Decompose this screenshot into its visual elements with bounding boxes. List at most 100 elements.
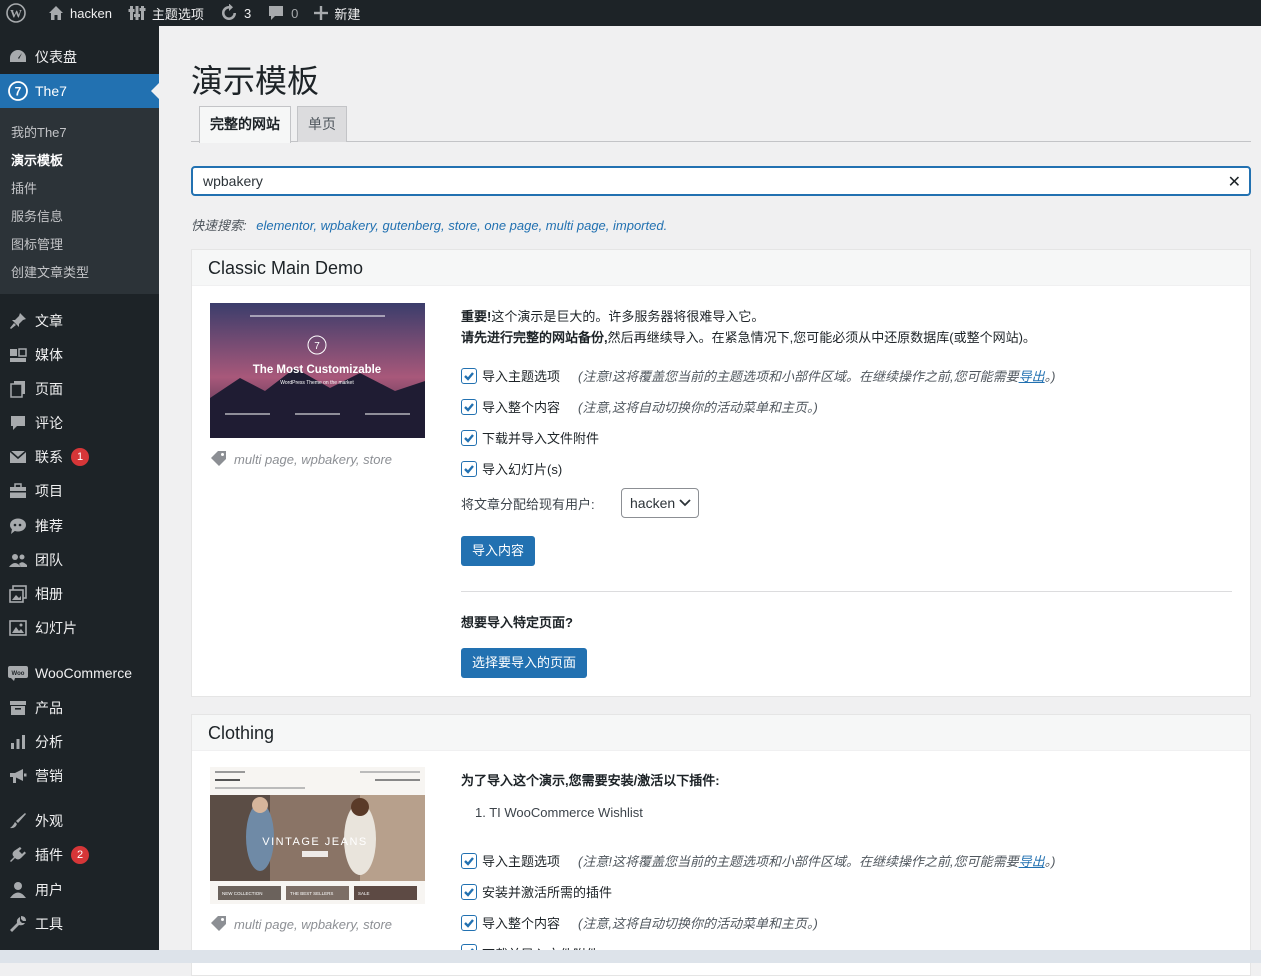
menu-slideshows[interactable]: 幻灯片 [0,611,159,645]
close-icon[interactable]: ✕ [1228,172,1241,192]
submenu-plugins[interactable]: 插件 [11,178,37,197]
option-import-content[interactable]: 导入整个内容 (注意,这将自动切换你的活动菜单和主页。) [461,913,818,932]
import-content-button[interactable]: 导入内容 [461,536,536,566]
demo-thumbnail[interactable]: VINTAGE JEANS NEW COLLECTION THE BEST SE… [210,767,425,904]
menu-contact[interactable]: 联系 1 [0,440,159,474]
menu-label: 分析 [35,734,63,750]
warning-bold: 重要! [461,309,492,324]
assign-user-select[interactable]: hacken [621,488,699,518]
assign-user-label: 将文章分配给现有用户: [461,497,595,512]
menu-label: 评论 [35,415,63,431]
menu-albums[interactable]: 相册 [0,577,159,611]
menu-label: 插件 [35,847,63,863]
menu-products[interactable]: 产品 [0,691,159,725]
option-import-slideshows[interactable]: 导入幻灯片(s) [461,459,562,478]
search-value: wpbakery [203,173,263,189]
theme-options-link[interactable]: 主题选项 [120,0,212,26]
menu-label: 推荐 [35,518,63,534]
demo-search-input[interactable]: wpbakery ✕ [191,166,1251,196]
specific-pages-heading: 想要导入特定页面? [461,615,573,630]
menu-appearance[interactable]: 外观 [0,804,159,838]
checkbox-checked[interactable] [461,460,477,477]
site-name-link[interactable]: hacken [40,0,120,26]
menu-tools[interactable]: 工具 [0,907,159,941]
site-name: hacken [70,5,112,21]
menu-label: The7 [35,83,67,99]
comments-link[interactable]: 0 [259,0,306,26]
option-note: (注意,这将自动切换你的活动菜单和主页。) [578,400,818,415]
submenu-my-the7[interactable]: 我的The7 [11,122,67,141]
wordpress-logo-icon[interactable]: W [0,0,34,26]
option-label: 下载并导入文件附件 [482,431,600,446]
select-value: hacken [630,495,676,511]
menu-posts[interactable]: 文章 [0,304,159,338]
option-note: (注意!这将覆盖您当前的主题选项和小部件区域。在继续操作之前,您可能需要导出。) [578,854,1056,869]
menu-label: 相册 [35,586,63,602]
gallery-icon [8,584,28,604]
contact-count-badge: 1 [71,448,89,466]
option-import-theme-options[interactable]: 导入主题选项 (注意!这将覆盖您当前的主题选项和小部件区域。在继续操作之前,您可… [461,366,1055,385]
submenu-icons[interactable]: 图标管理 [11,234,63,253]
option-install-plugins[interactable]: 安装并激活所需的插件 [461,882,612,901]
option-label: 导入主题选项 [482,369,561,384]
tag-icon [211,451,226,466]
option-import-content[interactable]: 导入整个内容 (注意,这将自动切换你的活动菜单和主页。) [461,397,818,416]
checkbox-checked[interactable] [461,852,477,869]
export-link[interactable]: 导出 [1019,369,1045,384]
menu-label: 产品 [35,700,63,716]
menu-woocommerce[interactable]: Woo WooCommerce [0,656,159,690]
submenu-post-types[interactable]: 创建文章类型 [11,262,89,281]
menu-plugins[interactable]: 插件 2 [0,838,159,872]
menu-the7[interactable]: 7 The7 [0,74,159,108]
quick-search-links[interactable]: elementor, wpbakery, gutenberg, store, o… [256,218,667,233]
current-arrow [151,83,159,99]
menu-label: 项目 [35,483,63,499]
tab-full-site[interactable]: 完整的网站 [199,106,291,143]
menu-users[interactable]: 用户 [0,873,159,907]
svg-text:Woo: Woo [12,671,25,677]
chevron-down-icon [679,499,691,507]
menu-label: 工具 [35,916,63,932]
export-link[interactable]: 导出 [1019,854,1045,869]
submenu-demos[interactable]: 演示模板 [11,150,63,169]
menu-analytics[interactable]: 分析 [0,725,159,759]
menu-pages[interactable]: 页面 [0,372,159,406]
submenu-service-info[interactable]: 服务信息 [11,206,63,225]
pages-icon [8,379,28,399]
checkbox-checked[interactable] [461,883,477,900]
demo-tags: multi page, wpbakery, store [210,916,392,932]
thumb-caption: SALE [358,891,370,896]
thumb-caption: NEW COLLECTION [222,891,263,896]
demo-tags: multi page, wpbakery, store [210,451,392,467]
select-pages-button[interactable]: 选择要导入的页面 [461,648,588,678]
checkbox-checked[interactable] [461,398,477,415]
menu-comments[interactable]: 评论 [0,406,159,440]
plus-icon [314,6,329,20]
bottom-edge [0,950,1261,963]
demo-thumbnail[interactable]: 7 The Most Customizable WordPress Theme … [210,303,425,438]
menu-media[interactable]: 媒体 [0,338,159,372]
updates-link[interactable]: 3 [212,0,259,26]
menu-testimonials[interactable]: 推荐 [0,509,159,543]
menu-team[interactable]: 团队 [0,543,159,577]
testimonial-icon [8,516,28,536]
checkbox-checked[interactable] [461,914,477,931]
the7-icon: 7 [8,81,28,101]
demo-card-classic: Classic Main Demo 7 The Most Customizabl… [191,249,1251,697]
menu-projects[interactable]: 项目 [0,474,159,508]
required-plugin-item: 1. TI WooCommerce Wishlist [475,805,643,820]
dashboard-icon [8,47,28,67]
slideshow-icon [8,618,28,638]
tab-single-page[interactable]: 单页 [297,106,347,142]
quick-search-label: 快速搜索: [191,218,247,233]
menu-marketing[interactable]: 营销 [0,759,159,793]
media-icon [8,345,28,365]
new-content-link[interactable]: 新建 [306,0,368,26]
checkbox-checked[interactable] [461,367,477,384]
menu-label: 媒体 [35,347,63,363]
option-import-theme-options[interactable]: 导入主题选项 (注意!这将覆盖您当前的主题选项和小部件区域。在继续操作之前,您可… [461,851,1055,870]
menu-dashboard[interactable]: 仪表盘 [0,40,159,74]
divider [461,591,1232,592]
option-import-attachments[interactable]: 下载并导入文件附件 [461,428,599,447]
checkbox-checked[interactable] [461,429,477,446]
